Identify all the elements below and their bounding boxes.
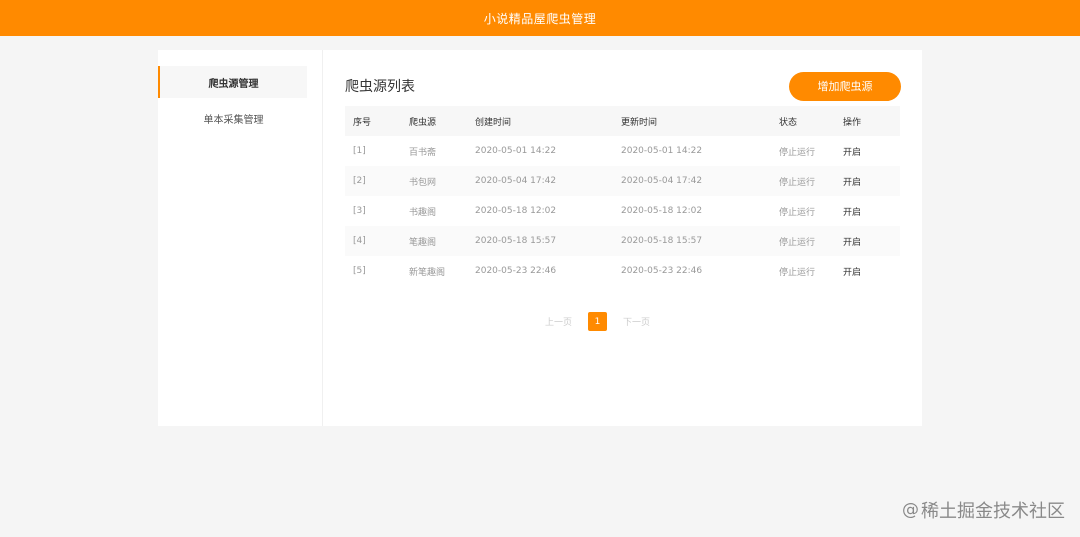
- cell-index: [3]: [353, 206, 366, 216]
- sidebar-item-label: 爬虫源管理: [208, 78, 259, 90]
- app-title: 小说精品屋爬虫管理: [483, 11, 597, 26]
- start-action-link[interactable]: 开启: [843, 166, 900, 196]
- cell-updated: 2020-05-04 17:42: [621, 176, 703, 186]
- column-header-status: 状态: [779, 117, 798, 128]
- cell-status: 停止运行: [779, 207, 816, 218]
- column-header-index: 序号: [353, 117, 372, 128]
- pagination: 上一页 1 下一页: [545, 312, 650, 331]
- main-header: 爬虫源列表 增加爬虫源: [345, 66, 901, 106]
- cell-created: 2020-05-23 22:46: [475, 266, 557, 276]
- start-action-link[interactable]: 开启: [843, 196, 900, 226]
- page-title: 爬虫源列表: [345, 79, 415, 95]
- cell-index: [2]: [353, 176, 366, 186]
- add-crawler-source-button[interactable]: 增加爬虫源: [789, 71, 901, 101]
- cell-source: 笔趣阁: [409, 237, 437, 248]
- column-header-updated: 更新时间: [621, 117, 658, 128]
- table-row: [1] 百书斋 2020-05-01 14:22 2020-05-01 14:2…: [345, 136, 900, 166]
- column-header-source: 爬虫源: [409, 117, 437, 128]
- top-header-bar: 小说精品屋爬虫管理: [0, 0, 1080, 36]
- content-card: 爬虫源管理 单本采集管理 爬虫源列表 增加爬虫源 序号 爬虫源 创建时间 更新时…: [158, 50, 922, 426]
- cell-index: [4]: [353, 236, 366, 246]
- cell-created: 2020-05-01 14:22: [475, 146, 557, 156]
- start-action-link[interactable]: 开启: [843, 256, 900, 286]
- cell-index: [1]: [353, 146, 366, 156]
- cell-status: 停止运行: [779, 177, 816, 188]
- sidebar-item-crawler-sources[interactable]: 爬虫源管理: [158, 66, 307, 98]
- cell-updated: 2020-05-01 14:22: [621, 146, 703, 156]
- cell-created: 2020-05-18 15:57: [475, 236, 557, 246]
- prev-page-button[interactable]: 上一页: [545, 315, 572, 328]
- at-icon: @: [902, 500, 919, 520]
- table-row: [5] 新笔趣阁 2020-05-23 22:46 2020-05-23 22:…: [345, 256, 900, 286]
- watermark: @ 稀土掘金技术社区: [902, 497, 1065, 523]
- table-row: [4] 笔趣阁 2020-05-18 15:57 2020-05-18 15:5…: [345, 226, 900, 256]
- start-action-link[interactable]: 开启: [843, 136, 900, 166]
- cell-status: 停止运行: [779, 147, 816, 158]
- watermark-text: 稀土掘金技术社区: [921, 501, 1065, 522]
- sidebar-item-label: 单本采集管理: [203, 114, 264, 126]
- page-number-current[interactable]: 1: [588, 312, 608, 331]
- cell-source: 书趣阁: [409, 207, 437, 218]
- cell-updated: 2020-05-18 15:57: [621, 236, 703, 246]
- start-action-link[interactable]: 开启: [843, 226, 900, 256]
- cell-updated: 2020-05-23 22:46: [621, 266, 703, 276]
- cell-source: 百书斋: [409, 147, 437, 158]
- next-page-button[interactable]: 下一页: [623, 315, 650, 328]
- cell-updated: 2020-05-18 12:02: [621, 206, 703, 216]
- cell-source: 书包网: [409, 177, 437, 188]
- cell-created: 2020-05-04 17:42: [475, 176, 557, 186]
- cell-status: 停止运行: [779, 267, 816, 278]
- crawler-source-table: 序号 爬虫源 创建时间 更新时间 状态 操作 [1] 百书斋 2020-05-0…: [345, 106, 900, 286]
- column-header-action: 操作: [843, 117, 862, 128]
- table-row: [3] 书趣阁 2020-05-18 12:02 2020-05-18 12:0…: [345, 196, 900, 226]
- sidebar-item-single-collection[interactable]: 单本采集管理: [158, 102, 307, 134]
- cell-index: [5]: [353, 266, 366, 276]
- sidebar: 爬虫源管理 单本采集管理: [158, 50, 323, 426]
- cell-source: 新笔趣阁: [409, 267, 446, 278]
- cell-created: 2020-05-18 12:02: [475, 206, 557, 216]
- cell-status: 停止运行: [779, 237, 816, 248]
- table-row: [2] 书包网 2020-05-04 17:42 2020-05-04 17:4…: [345, 166, 900, 196]
- main-panel: 爬虫源列表 增加爬虫源 序号 爬虫源 创建时间 更新时间 状态 操作 [1] 百…: [323, 50, 922, 426]
- column-header-created: 创建时间: [475, 117, 512, 128]
- table-header-row: 序号 爬虫源 创建时间 更新时间 状态 操作: [345, 106, 900, 136]
